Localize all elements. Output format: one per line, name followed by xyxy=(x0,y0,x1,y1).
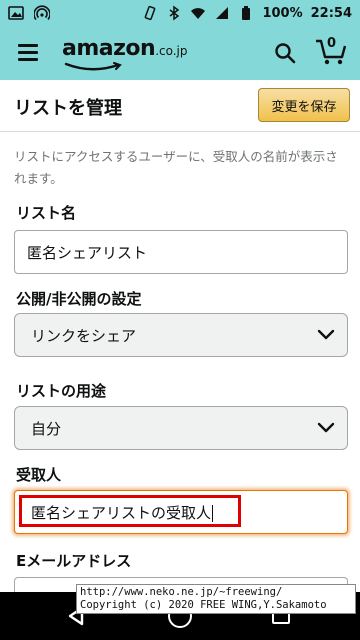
amazon-logo[interactable]: amazon.co.jp xyxy=(62,36,188,71)
cart-count: 0 xyxy=(327,36,337,51)
list-name-value: 匿名シェアリスト xyxy=(27,243,148,262)
chevron-down-icon xyxy=(317,329,335,340)
app-header: amazon.co.jp 0 xyxy=(0,26,360,80)
battery-level: 100% xyxy=(262,5,303,21)
purpose-label: リストの用途 xyxy=(16,382,107,400)
save-changes-button[interactable]: 変更を保存 xyxy=(258,88,350,122)
list-name-input[interactable]: 匿名シェアリスト xyxy=(14,230,348,274)
hotspot-icon xyxy=(34,5,50,21)
purpose-value: 自分 xyxy=(31,419,62,438)
email-label: Eメールアドレス xyxy=(16,552,132,570)
page-header: リストを管理 変更を保存 xyxy=(0,80,360,132)
cart-button[interactable]: 0 xyxy=(314,36,348,66)
text-cursor xyxy=(212,504,214,522)
signal-icon xyxy=(216,7,229,19)
search-icon[interactable] xyxy=(274,42,296,64)
privacy-select[interactable]: リンクをシェア xyxy=(14,313,348,357)
clock: 22:54 xyxy=(310,5,352,21)
smile-arrow-icon xyxy=(64,62,122,71)
menu-icon[interactable] xyxy=(18,44,38,61)
vibrate-icon xyxy=(145,5,156,21)
recipient-input[interactable]: 匿名シェアリストの受取人 xyxy=(14,490,348,534)
watermark-copyright: Copyright (c) 2020 FREE WING,Y.Sakamoto xyxy=(80,599,327,611)
page-title: リストを管理 xyxy=(14,98,122,119)
chevron-down-icon xyxy=(317,422,335,433)
privacy-value: リンクをシェア xyxy=(31,326,137,345)
battery-icon xyxy=(242,6,251,20)
copyright-watermark: http://www.neko.ne.jp/~freewing/ Copyrig… xyxy=(76,584,356,614)
description-text: リストにアクセスするユーザーに、受取人の名前が表示されます。 xyxy=(14,149,338,186)
wifi-icon xyxy=(191,8,206,19)
image-icon xyxy=(8,6,24,20)
bluetooth-icon xyxy=(169,5,180,21)
list-name-label: リスト名 xyxy=(16,204,77,222)
watermark-url: http://www.neko.ne.jp/~freewing/ xyxy=(80,586,283,598)
privacy-label: 公開/非公開の設定 xyxy=(16,290,142,308)
logo-text: amazon xyxy=(62,36,156,61)
logo-domain: .co.jp xyxy=(155,44,188,58)
status-bar: 100% 22:54 xyxy=(0,0,360,26)
purpose-select[interactable]: 自分 xyxy=(14,406,348,450)
recipient-label: 受取人 xyxy=(16,466,62,484)
recipient-value: 匿名シェアリストの受取人 xyxy=(31,503,214,522)
